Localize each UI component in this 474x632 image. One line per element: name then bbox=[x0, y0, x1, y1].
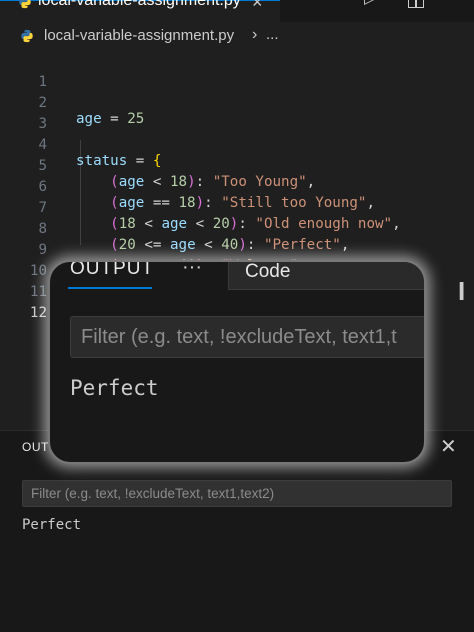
text-cursor-icon: I bbox=[458, 276, 466, 306]
output-filter-input[interactable] bbox=[22, 480, 452, 507]
editor-tab-active[interactable]: local-variable-assignment.py × bbox=[0, 0, 280, 22]
run-icon: ▷ bbox=[364, 0, 376, 8]
code-line[interactable]: 4 status = { bbox=[0, 121, 474, 169]
run-button[interactable]: ▷ ⌄ bbox=[360, 0, 400, 12]
tab-code[interactable]: Code bbox=[228, 262, 424, 290]
close-icon[interactable]: × bbox=[252, 0, 263, 13]
breadcrumb-separator: › bbox=[252, 26, 258, 43]
code-line[interactable]: 3 bbox=[0, 100, 474, 132]
tab-output[interactable]: OUTPUT bbox=[70, 262, 154, 280]
code-line[interactable]: 1 bbox=[0, 58, 474, 90]
tab-code-label: Code bbox=[245, 262, 291, 282]
breadcrumb-file[interactable]: local-variable-assignment.py bbox=[44, 27, 234, 44]
tab-title: local-variable-assignment.py bbox=[38, 0, 241, 9]
breadcrumb: local-variable-assignment.py › ... bbox=[0, 22, 474, 50]
code-line[interactable]: 7 (18 < age < 20): "Old enough now", bbox=[0, 184, 474, 232]
editor-tab-bar: local-variable-assignment.py × ▷ ⌄ ⋯ bbox=[0, 0, 474, 22]
zoom-overlay: OUTPUT ··· Code Perfect bbox=[50, 262, 424, 462]
breadcrumb-symbols[interactable]: ... bbox=[266, 26, 279, 43]
more-actions-icon[interactable]: ⋯ bbox=[450, 0, 468, 9]
chevron-down-icon[interactable]: ⌄ bbox=[384, 0, 392, 1]
code-line[interactable]: 6 (age == 18): "Still too Young", bbox=[0, 163, 474, 211]
more-tabs-icon[interactable]: ··· bbox=[182, 262, 202, 279]
split-editor-icon[interactable] bbox=[408, 0, 424, 8]
python-file-icon bbox=[19, 0, 31, 9]
code-line[interactable]: 2 age = 25 bbox=[0, 79, 474, 127]
line-number: 12 bbox=[29, 305, 47, 321]
close-panel-icon[interactable]: ✕ bbox=[440, 434, 457, 459]
zoom-panel-header: OUTPUT ··· Code bbox=[50, 262, 424, 292]
active-tab-indicator bbox=[68, 287, 152, 289]
code-line[interactable]: 5 (age < 18): "Too Young", bbox=[0, 142, 474, 190]
python-file-icon bbox=[21, 29, 33, 43]
output-text: Perfect bbox=[22, 517, 82, 533]
zoom-filter-input[interactable] bbox=[70, 316, 424, 358]
zoom-output-text: Perfect bbox=[70, 376, 159, 400]
code-line[interactable]: 8 (20 <= age < 40): "Perfect", bbox=[0, 205, 474, 253]
code-line[interactable]: 9 (age >= 40): "Welcome", bbox=[0, 226, 474, 274]
